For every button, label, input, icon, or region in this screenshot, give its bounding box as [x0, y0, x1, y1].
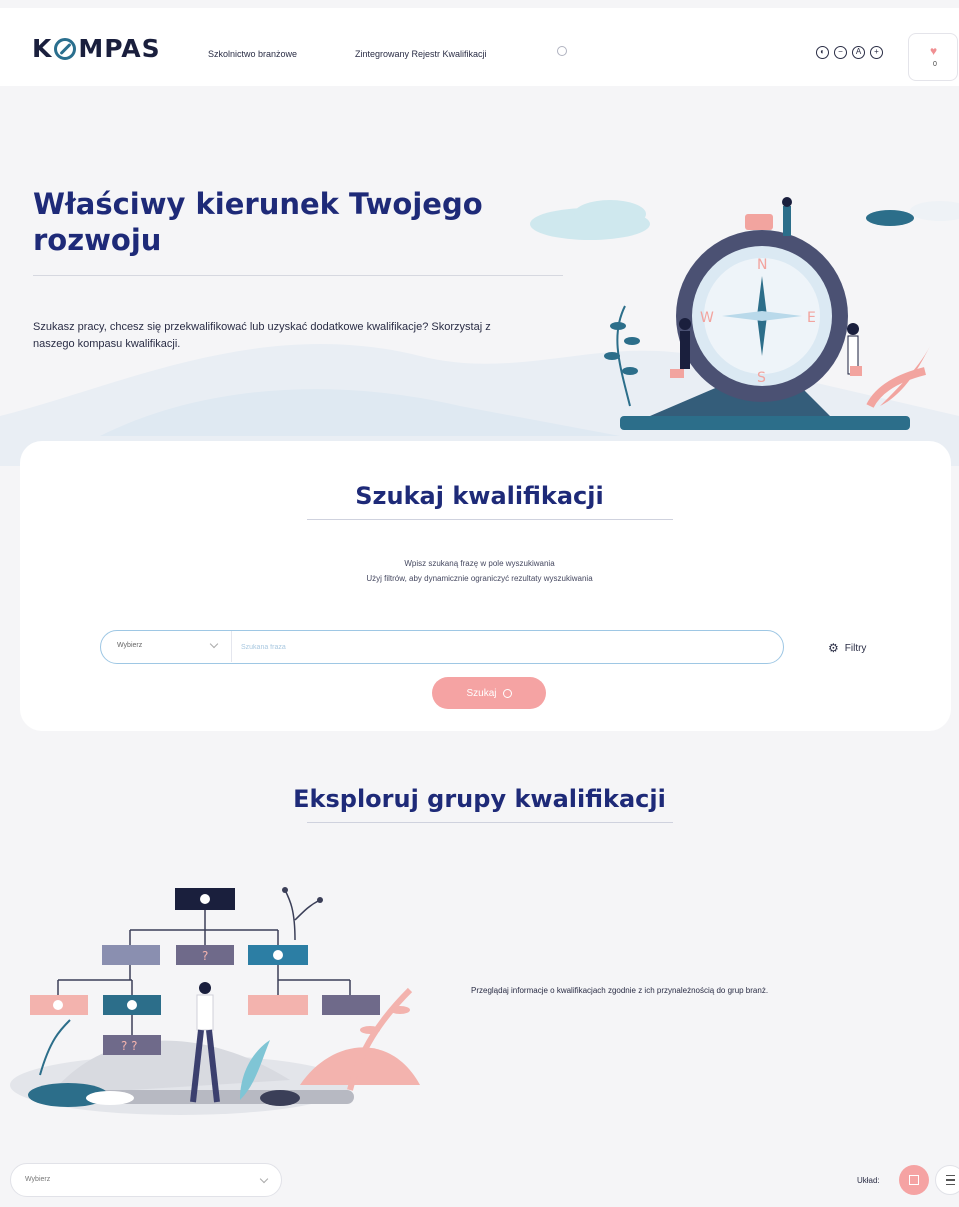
search-button-label: Szukaj: [466, 687, 497, 699]
explore-title: Eksploruj grupy kwalifikacji: [293, 785, 666, 813]
chevron-down-icon: [209, 639, 219, 649]
favorites-count: 0: [933, 61, 937, 68]
search-title: Szukaj kwalifikacji: [355, 482, 604, 510]
compass-letter-w: W: [700, 310, 714, 326]
search-title-divider: [307, 519, 673, 520]
sliders-icon: ⚙: [828, 641, 839, 655]
explore-description: Przeglądaj informacje o kwalifikacjach z…: [471, 986, 769, 995]
grid-view-button[interactable]: [899, 1165, 929, 1195]
list-view-button[interactable]: [935, 1165, 959, 1195]
search-icon: [502, 688, 512, 698]
logo-text-right: MPAS: [78, 34, 161, 63]
grid-icon: [909, 1175, 919, 1185]
compass-letter-e: E: [807, 310, 816, 326]
search-button[interactable]: Szukaj: [432, 677, 546, 709]
chart-mark-question: ?: [202, 949, 208, 963]
compass-letter-n: N: [757, 257, 767, 273]
category-select-label: Wybierz: [117, 642, 143, 649]
list-icon: [946, 1175, 955, 1185]
hero-title: Właściwy kierunek Twojego rozwoju: [33, 187, 483, 257]
heart-icon: ♥: [930, 44, 938, 58]
search-input[interactable]: [241, 637, 761, 657]
top-header: K MPAS Szkolnictwo branżowe Zintegrowany…: [0, 8, 959, 86]
filters-label: Filtry: [844, 642, 867, 654]
nav-link-szkolnictwo[interactable]: Szkolnictwo branżowe: [208, 49, 297, 59]
nav-link-zrk[interactable]: Zintegrowany Rejestr Kwalifikacji: [355, 49, 487, 59]
logo-text-left: K: [32, 34, 53, 63]
search-icon[interactable]: [557, 46, 567, 56]
chevron-down-icon: [259, 1174, 269, 1184]
search-bar: Wybierz: [100, 630, 784, 664]
font-smaller-icon[interactable]: −: [834, 46, 847, 59]
font-larger-icon[interactable]: +: [870, 46, 883, 59]
hero-divider: [33, 275, 563, 276]
filters-button[interactable]: ⚙ Filtry: [828, 641, 866, 655]
kompas-logo[interactable]: K MPAS: [32, 34, 161, 63]
contrast-icon[interactable]: ◐: [816, 46, 829, 59]
chart-mark-double-question: ? ?: [121, 1039, 138, 1053]
font-reset-icon[interactable]: A: [852, 46, 865, 59]
group-select-label: Wybierz: [25, 1176, 51, 1183]
compass-letter-s: S: [757, 370, 766, 386]
search-instruction-1: Wpisz szukaną frazę w pole wyszukiwania: [404, 559, 555, 568]
favorites-button[interactable]: ♥ 0: [908, 33, 958, 81]
layout-label: Układ:: [857, 1176, 880, 1185]
compass-logo-icon: [54, 37, 77, 60]
hero-section: N E S W Właściwy kierunek Twojego rozwoj…: [0, 86, 959, 466]
category-select[interactable]: Wybierz: [101, 631, 232, 662]
search-instruction-2: Użyj filtrów, aby dynamicznie ograniczyć…: [366, 574, 593, 583]
group-select[interactable]: Wybierz: [10, 1163, 282, 1197]
hero-description: Szukasz pracy, chcesz się przekwalifikow…: [33, 321, 491, 350]
org-chart-illustration: ? ? ?: [10, 887, 420, 1115]
hero-background-illustration: N E S W: [0, 197, 959, 466]
explore-title-divider: [307, 822, 673, 823]
